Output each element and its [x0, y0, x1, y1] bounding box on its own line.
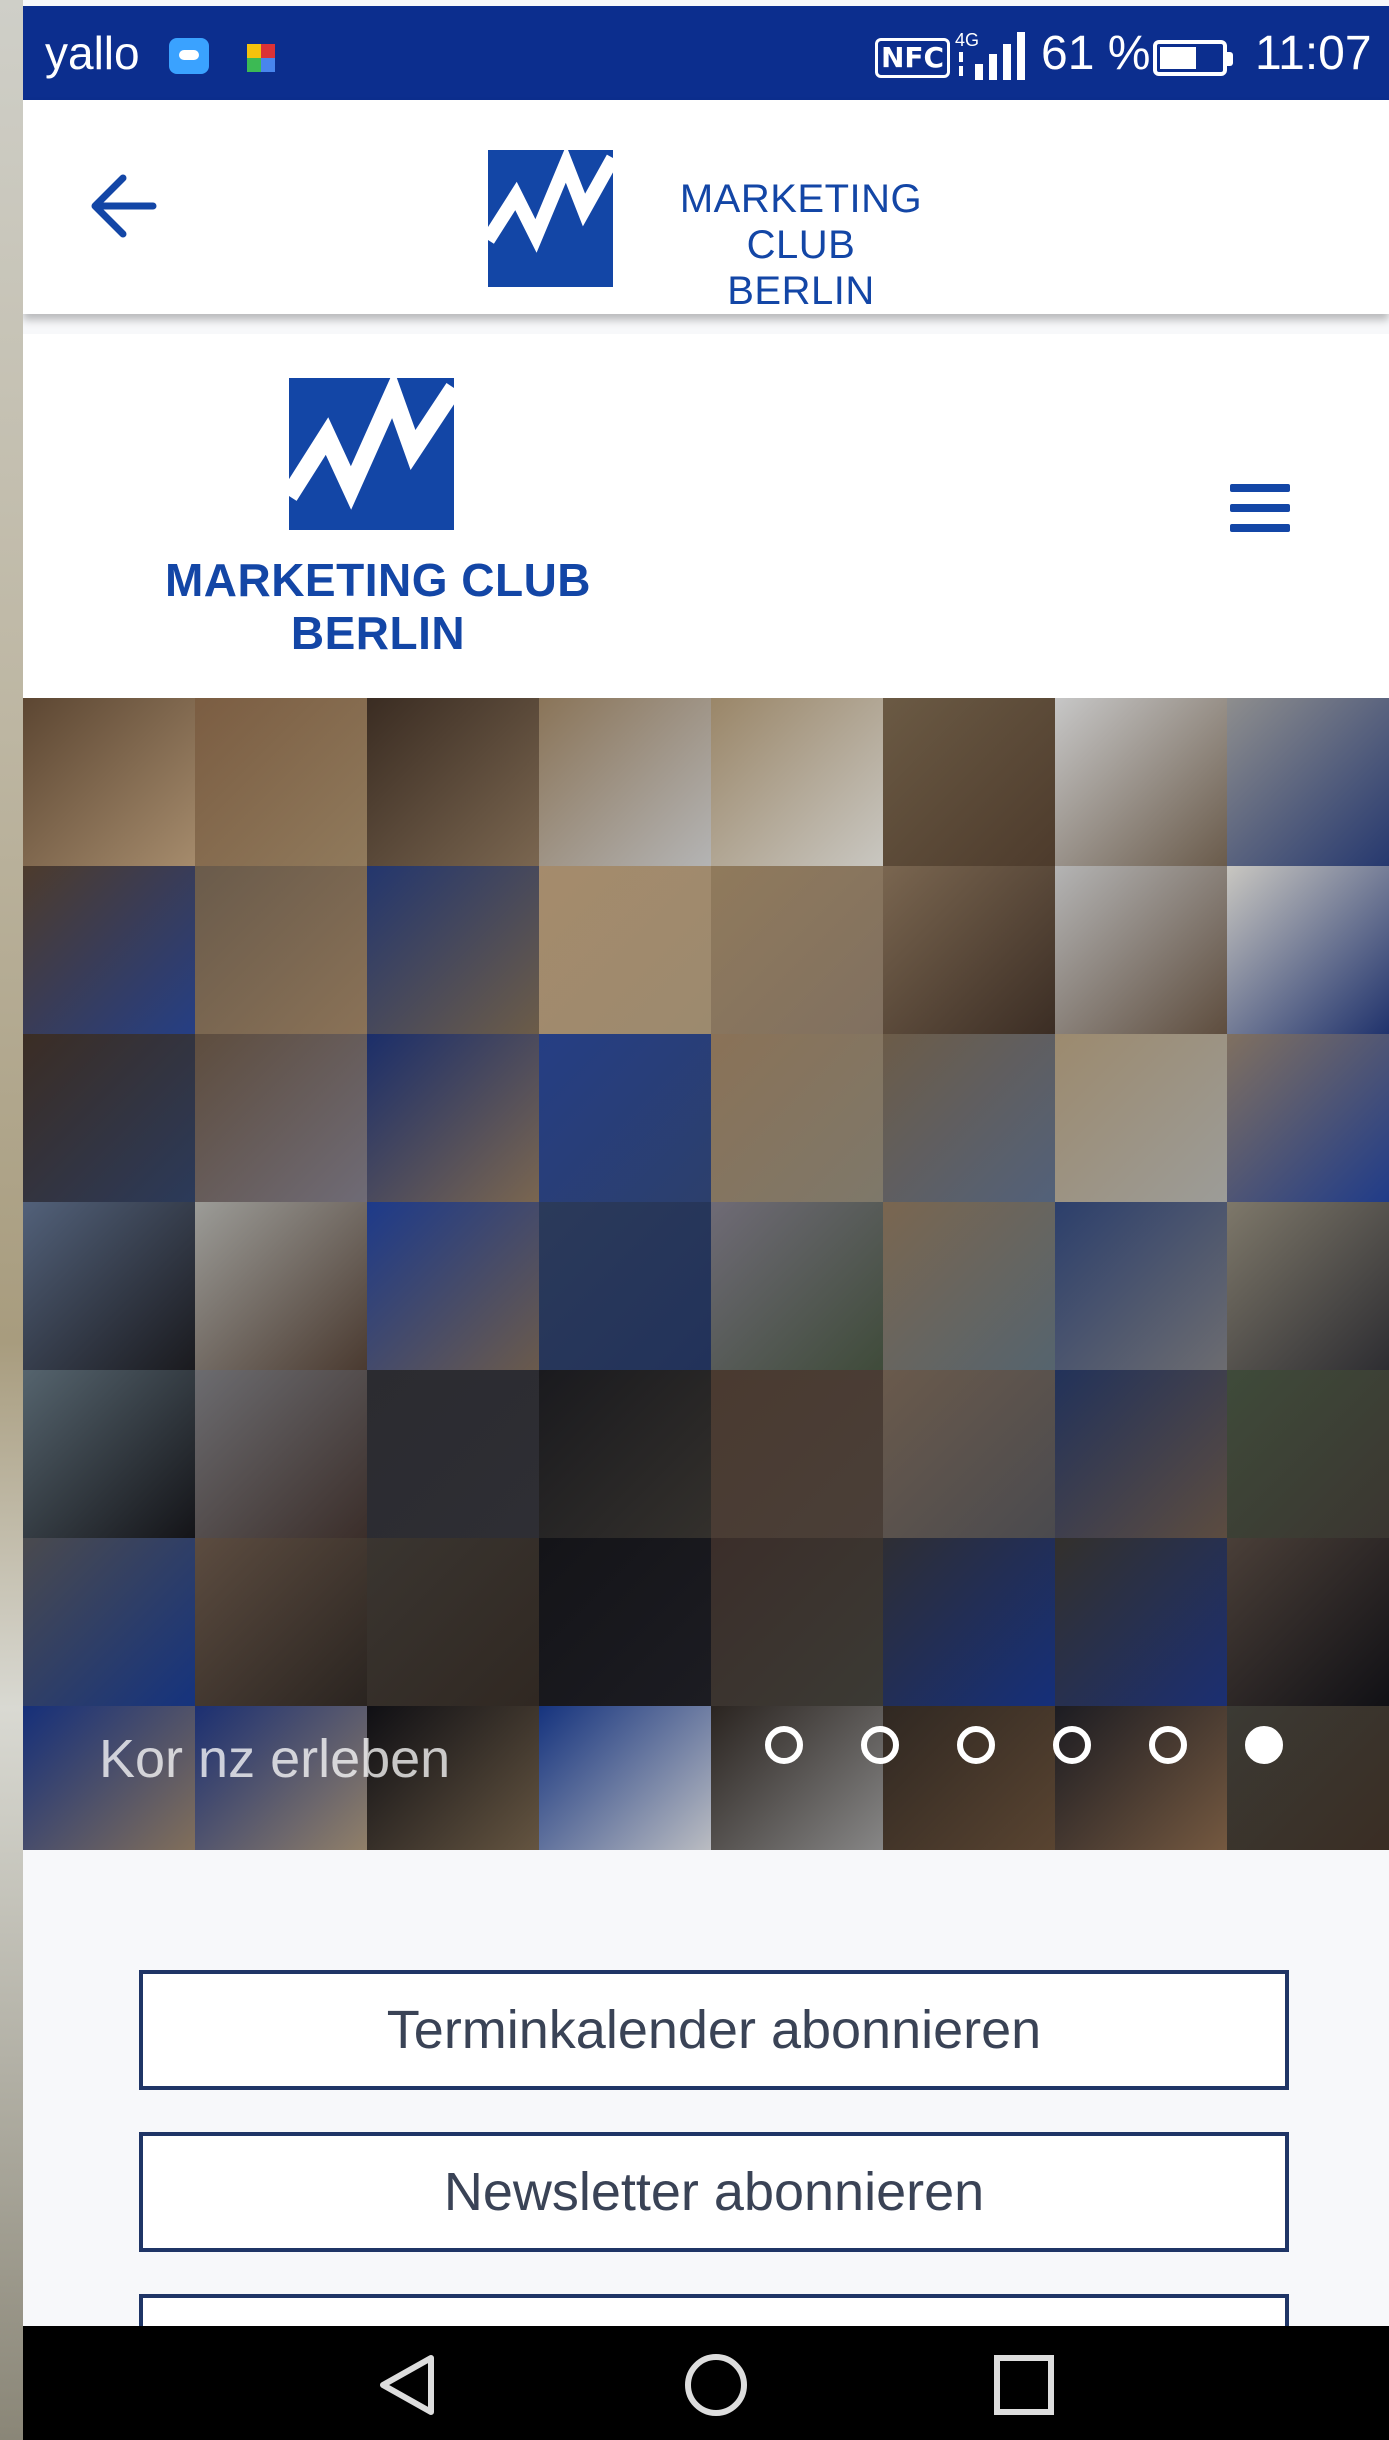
photo-tile — [367, 698, 539, 866]
logo-line-1: MARKETING CLUB — [679, 177, 923, 267]
photo-tile — [1227, 866, 1389, 1034]
photo-tile — [195, 1538, 367, 1706]
photo-tile — [711, 1370, 883, 1538]
photo-tile — [1227, 1202, 1389, 1370]
photo-tile — [539, 1202, 711, 1370]
photo-tile — [711, 1034, 883, 1202]
photo-tile — [367, 866, 539, 1034]
photo-tile — [1227, 1370, 1389, 1538]
photo-tile — [711, 1202, 883, 1370]
photo-tile — [539, 866, 711, 1034]
hero-image-slider[interactable]: Kor nz erleben — [23, 698, 1389, 1850]
photo-tile — [195, 698, 367, 866]
photo-tile — [195, 1034, 367, 1202]
photo-tile — [539, 698, 711, 866]
photo-tile — [883, 1538, 1055, 1706]
photo-tile — [711, 1538, 883, 1706]
signal-icon: 4G — [955, 30, 1025, 80]
main-content: Terminkalender abonnieren Newsletter abo… — [23, 1850, 1389, 2374]
battery-percent: 61 % — [1041, 27, 1151, 80]
photo-tile — [883, 866, 1055, 1034]
background-edge — [0, 0, 23, 2440]
photo-tile — [23, 1202, 195, 1370]
slider-dot[interactable] — [957, 1726, 995, 1764]
photo-tile — [1227, 1034, 1389, 1202]
subscribe-newsletter-button[interactable]: Newsletter abonnieren — [139, 2132, 1289, 2252]
photo-tile — [23, 1538, 195, 1706]
logo-line-2: BERLIN — [290, 606, 466, 659]
photo-tile — [23, 1034, 195, 1202]
photo-tile — [23, 1370, 195, 1538]
photo-tile — [883, 1034, 1055, 1202]
clock: 11:07 — [1255, 27, 1372, 80]
photo-tile — [883, 698, 1055, 866]
photo-tile — [1055, 698, 1227, 866]
photo-tile — [539, 1538, 711, 1706]
puzzle-icon — [247, 44, 275, 72]
photo-tile — [1055, 1538, 1227, 1706]
photo-tile — [367, 1034, 539, 1202]
status-bar: yallo NFC 4G 61 % 11:07 — [23, 6, 1389, 100]
app-bar: MARKETING CLUB BERLIN — [23, 100, 1389, 314]
photo-tile — [1227, 1538, 1389, 1706]
photo-tile — [1227, 698, 1389, 866]
photo-tile — [1055, 1370, 1227, 1538]
nfc-icon: NFC — [875, 38, 951, 78]
photo-tile — [883, 1202, 1055, 1370]
slider-dot[interactable] — [765, 1726, 803, 1764]
photo-tile — [1055, 866, 1227, 1034]
navigation-bar — [23, 2326, 1389, 2440]
message-icon — [169, 38, 209, 74]
logo-line-2: BERLIN — [727, 269, 875, 313]
photo-tile — [883, 1370, 1055, 1538]
slider-dot[interactable] — [1053, 1726, 1091, 1764]
app-logo-text: MARKETING CLUB BERLIN — [631, 176, 971, 314]
photo-tile — [367, 1202, 539, 1370]
carrier-name: yallo — [45, 27, 140, 79]
site-header: MARKETING CLUB BERLIN — [23, 334, 1389, 698]
home-circle-icon[interactable] — [681, 2350, 751, 2420]
photo-tile — [1055, 1034, 1227, 1202]
photo-tile — [539, 1706, 711, 1850]
menu-bar — [1230, 484, 1290, 492]
arrow-left-icon[interactable] — [83, 166, 173, 246]
logo-line-1: MARKETING CLUB — [164, 554, 592, 606]
battery-icon — [1153, 40, 1233, 76]
marketing-club-logo-icon — [488, 150, 613, 287]
slider-pagination — [765, 1726, 1283, 1778]
photo-tile — [23, 866, 195, 1034]
phone-screen: yallo NFC 4G 61 % 11:07 MARKETING CLUB B… — [23, 0, 1389, 2440]
photo-tile — [367, 1370, 539, 1538]
photo-tile — [711, 698, 883, 866]
photo-tile — [195, 1202, 367, 1370]
slider-dot[interactable] — [861, 1726, 899, 1764]
recents-square-icon[interactable] — [989, 2350, 1059, 2420]
slide-caption: Kor nz erleben — [99, 1729, 451, 1789]
site-logo-text: MARKETING CLUB BERLIN — [153, 554, 603, 660]
photo-tile — [23, 698, 195, 866]
marketing-club-logo-icon[interactable] — [289, 378, 454, 530]
slider-dot[interactable] — [1245, 1726, 1283, 1764]
photo-tile — [195, 1370, 367, 1538]
menu-bar — [1230, 524, 1290, 532]
photo-tile — [367, 1538, 539, 1706]
photo-tile — [1055, 1202, 1227, 1370]
subscribe-calendar-button[interactable]: Terminkalender abonnieren — [139, 1970, 1289, 2090]
photo-tile — [539, 1370, 711, 1538]
photo-tile — [711, 866, 883, 1034]
menu-bar — [1230, 504, 1290, 512]
photo-tile — [539, 1034, 711, 1202]
photo-tile — [195, 866, 367, 1034]
hamburger-menu-icon[interactable] — [1230, 484, 1290, 544]
slider-dot[interactable] — [1149, 1726, 1187, 1764]
network-type: 4G — [955, 30, 979, 50]
back-triangle-icon[interactable] — [373, 2350, 443, 2420]
